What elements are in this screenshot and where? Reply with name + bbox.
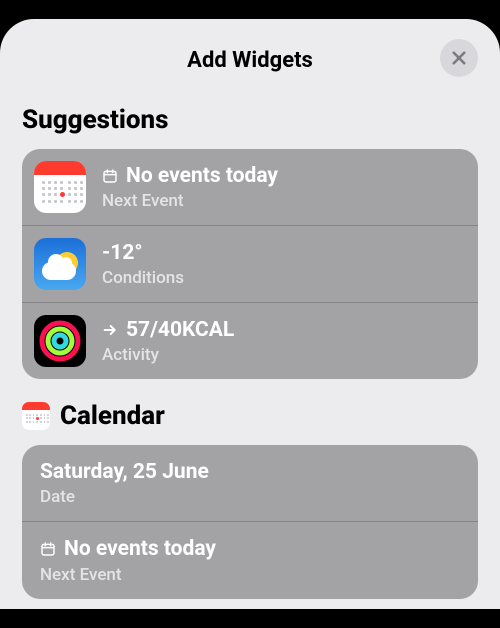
- add-widgets-sheet: Add Widgets Suggestions: [0, 19, 500, 609]
- calendar-app-icon: [34, 161, 86, 213]
- calendar-section-header: Calendar: [22, 401, 478, 431]
- suggestion-text: -12° Conditions: [102, 240, 462, 288]
- calendar-row-text: Saturday, 25 June Date: [40, 459, 460, 507]
- calendar-row-title-text: Saturday, 25 June: [40, 459, 209, 485]
- calendar-row-subtitle: Next Event: [40, 565, 460, 585]
- suggestion-subtitle: Next Event: [102, 191, 462, 211]
- sheet-header: Add Widgets: [22, 41, 478, 79]
- suggestion-subtitle: Activity: [102, 345, 462, 365]
- suggestion-subtitle: Conditions: [102, 268, 462, 288]
- close-icon: [450, 49, 468, 67]
- suggestion-title-text: 57/40KCAL: [126, 317, 234, 343]
- suggestion-title-text: No events today: [126, 163, 278, 189]
- suggestion-title-line: -12°: [102, 240, 462, 266]
- calendar-row-date[interactable]: Saturday, 25 June Date: [22, 445, 478, 521]
- calendar-glyph-icon: [102, 168, 118, 184]
- calendar-section-icon: [22, 402, 50, 430]
- calendar-row-subtitle: Date: [40, 487, 460, 507]
- calendar-section-title: Calendar: [60, 401, 165, 431]
- arrow-right-icon: [102, 322, 118, 338]
- suggestion-row-calendar[interactable]: No events today Next Event: [22, 149, 478, 225]
- suggestions-title: Suggestions: [22, 105, 169, 135]
- calendar-row-title-line: Saturday, 25 June: [40, 459, 460, 485]
- suggestions-header: Suggestions: [22, 105, 478, 135]
- calendar-card: Saturday, 25 June Date No events today N…: [22, 445, 478, 599]
- suggestion-title-line: 57/40KCAL: [102, 317, 462, 343]
- sheet-title: Add Widgets: [187, 48, 313, 73]
- calendar-glyph-icon: [40, 541, 56, 557]
- weather-app-icon: [34, 238, 86, 290]
- suggestion-text: No events today Next Event: [102, 163, 462, 211]
- suggestion-row-activity[interactable]: 57/40KCAL Activity: [22, 302, 478, 379]
- suggestion-title-line: No events today: [102, 163, 462, 189]
- calendar-row-title-line: No events today: [40, 536, 460, 562]
- calendar-row-next-event[interactable]: No events today Next Event: [22, 521, 478, 598]
- activity-app-icon: [34, 315, 86, 367]
- suggestion-text: 57/40KCAL Activity: [102, 317, 462, 365]
- calendar-row-text: No events today Next Event: [40, 536, 460, 584]
- suggestions-card: No events today Next Event -12° Conditio…: [22, 149, 478, 379]
- suggestion-title-text: -12°: [102, 240, 143, 266]
- close-button[interactable]: [440, 39, 478, 77]
- calendar-row-title-text: No events today: [64, 536, 216, 562]
- suggestion-row-weather[interactable]: -12° Conditions: [22, 225, 478, 302]
